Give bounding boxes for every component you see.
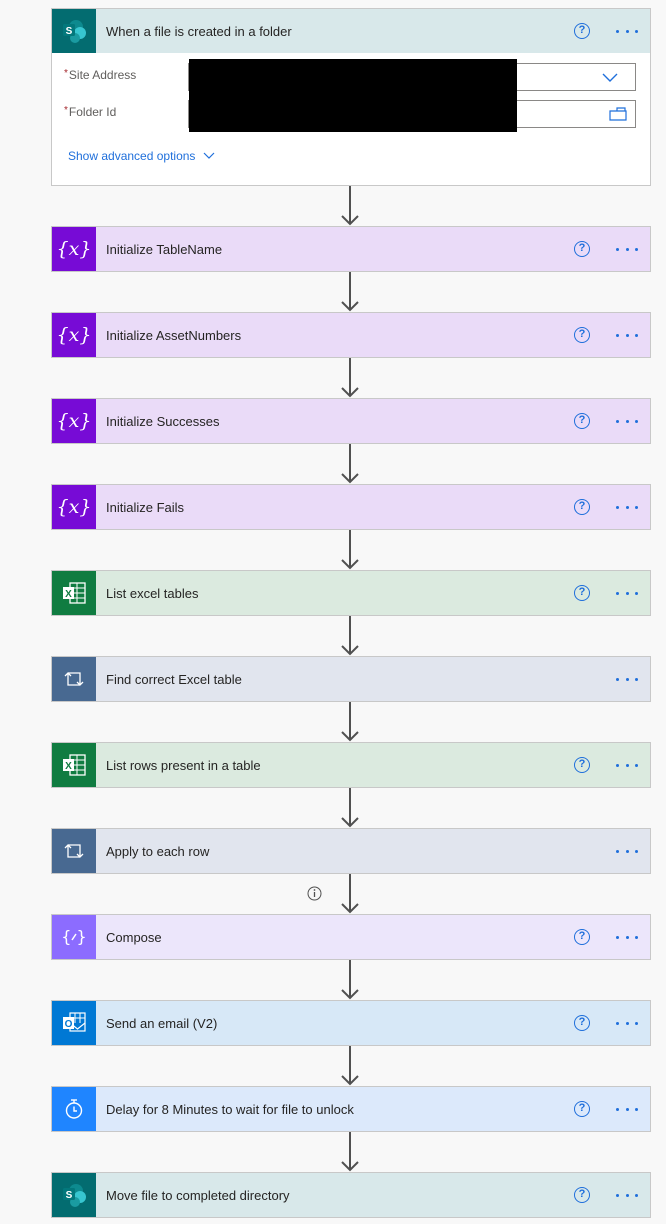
folder-icon[interactable] bbox=[609, 107, 627, 121]
help-icon[interactable]: ? bbox=[574, 1187, 590, 1203]
step-apply-to-each-row[interactable]: Apply to each row bbox=[51, 828, 651, 874]
show-advanced-options-link[interactable]: Show advanced options bbox=[68, 149, 215, 163]
step-move-file[interactable]: S Move file to completed directory ? bbox=[51, 1172, 651, 1218]
connector-arrow bbox=[341, 1046, 359, 1086]
step-title: List excel tables bbox=[106, 585, 199, 601]
excel-icon: X bbox=[52, 571, 96, 615]
connector-arrow bbox=[341, 272, 359, 312]
help-icon[interactable]: ? bbox=[574, 327, 590, 343]
step-initialize-successes[interactable]: {x} Initialize Successes ? bbox=[51, 398, 651, 444]
sharepoint-icon: S bbox=[52, 9, 96, 53]
connector-arrow bbox=[341, 358, 359, 398]
trigger-card-header[interactable]: S When a file is created in a folder ? bbox=[52, 9, 650, 53]
svg-text:S: S bbox=[66, 1190, 73, 1201]
svg-text:X: X bbox=[65, 589, 72, 600]
excel-icon: X bbox=[52, 743, 96, 787]
step-title: Compose bbox=[106, 929, 162, 945]
svg-text:X: X bbox=[65, 761, 72, 772]
step-title: Apply to each row bbox=[106, 843, 210, 859]
step-title: Move file to completed directory bbox=[106, 1187, 290, 1203]
trigger-body: *Site Address *Folder Id Show advanced o… bbox=[52, 53, 650, 185]
more-options-icon[interactable] bbox=[616, 413, 638, 429]
variable-icon: {x} bbox=[52, 227, 96, 271]
step-delay[interactable]: Delay for 8 Minutes to wait for file to … bbox=[51, 1086, 651, 1132]
sharepoint-icon: S bbox=[52, 1173, 96, 1217]
trigger-title: When a file is created in a folder bbox=[106, 23, 292, 39]
step-title: Initialize Fails bbox=[106, 499, 185, 515]
connector-arrow bbox=[341, 702, 359, 742]
help-icon[interactable]: ? bbox=[574, 413, 590, 429]
connector-arrow bbox=[341, 530, 359, 570]
step-initialize-assetnumbers[interactable]: {x} Initialize AssetNumbers ? bbox=[51, 312, 651, 358]
more-options-icon[interactable] bbox=[616, 585, 638, 601]
more-options-icon[interactable] bbox=[616, 1187, 638, 1203]
compose-icon: { } bbox=[52, 915, 96, 959]
variable-icon: {x} bbox=[52, 485, 96, 529]
step-list-excel-tables[interactable]: X List excel tables ? bbox=[51, 570, 651, 616]
chevron-down-icon bbox=[204, 152, 215, 159]
connector-arrow bbox=[341, 874, 359, 914]
step-title: List rows present in a table bbox=[106, 757, 261, 773]
more-options-icon[interactable] bbox=[616, 757, 638, 773]
connector-arrow bbox=[341, 444, 359, 484]
help-icon[interactable]: ? bbox=[574, 929, 590, 945]
help-icon[interactable]: ? bbox=[574, 499, 590, 515]
more-options-icon[interactable] bbox=[616, 327, 638, 343]
step-title: Initialize Successes bbox=[106, 413, 220, 429]
step-title: Delay for 8 Minutes to wait for file to … bbox=[106, 1101, 354, 1117]
step-title: Send an email (V2) bbox=[106, 1015, 218, 1031]
connector-arrow bbox=[341, 1132, 359, 1172]
step-initialize-fails[interactable]: {x} Initialize Fails ? bbox=[51, 484, 651, 530]
more-options-icon[interactable] bbox=[616, 1101, 638, 1117]
step-title: Find correct Excel table bbox=[106, 671, 242, 687]
more-options-icon[interactable] bbox=[616, 671, 638, 687]
step-list-rows-present-in-table[interactable]: X List rows present in a table ? bbox=[51, 742, 651, 788]
folder-id-label: *Folder Id bbox=[64, 105, 117, 119]
more-options-icon[interactable] bbox=[616, 499, 638, 515]
step-send-email[interactable]: O Send an email (V2) ? bbox=[51, 1000, 651, 1046]
help-icon[interactable]: ? bbox=[574, 23, 590, 39]
connector-arrow bbox=[341, 960, 359, 1000]
step-find-correct-excel-table[interactable]: Find correct Excel table bbox=[51, 656, 651, 702]
help-icon[interactable]: ? bbox=[574, 585, 590, 601]
redacted-block bbox=[189, 59, 517, 132]
more-options-icon[interactable] bbox=[616, 929, 638, 945]
step-title: Initialize TableName bbox=[106, 241, 223, 257]
connector-arrow bbox=[341, 616, 359, 656]
timer-icon bbox=[52, 1087, 96, 1131]
more-options-icon[interactable] bbox=[616, 241, 638, 257]
advanced-options-label: Show advanced options bbox=[68, 149, 196, 163]
flow-canvas: S When a file is created in a folder ? *… bbox=[0, 0, 666, 1224]
svg-text:O: O bbox=[65, 1019, 73, 1030]
svg-text:S: S bbox=[66, 26, 73, 37]
loop-icon bbox=[52, 657, 96, 701]
help-icon[interactable]: ? bbox=[574, 241, 590, 257]
step-initialize-tablename[interactable]: {x} Initialize TableName ? bbox=[51, 226, 651, 272]
trigger-card: S When a file is created in a folder ? *… bbox=[51, 8, 651, 186]
step-title: Initialize AssetNumbers bbox=[106, 327, 242, 343]
help-icon[interactable]: ? bbox=[574, 1101, 590, 1117]
loop-icon bbox=[52, 829, 96, 873]
variable-icon: {x} bbox=[52, 313, 96, 357]
more-options-icon[interactable] bbox=[616, 23, 638, 39]
step-compose[interactable]: { } Compose ? bbox=[51, 914, 651, 960]
info-icon[interactable] bbox=[307, 886, 322, 901]
help-icon[interactable]: ? bbox=[574, 757, 590, 773]
outlook-icon: O bbox=[52, 1001, 96, 1045]
more-options-icon[interactable] bbox=[616, 1015, 638, 1031]
variable-icon: {x} bbox=[52, 399, 96, 443]
connector-arrow bbox=[341, 186, 359, 226]
help-icon[interactable]: ? bbox=[574, 1015, 590, 1031]
more-options-icon[interactable] bbox=[616, 843, 638, 859]
connector-arrow bbox=[341, 788, 359, 828]
chevron-down-icon[interactable] bbox=[602, 73, 618, 83]
site-address-label: *Site Address bbox=[64, 68, 137, 82]
